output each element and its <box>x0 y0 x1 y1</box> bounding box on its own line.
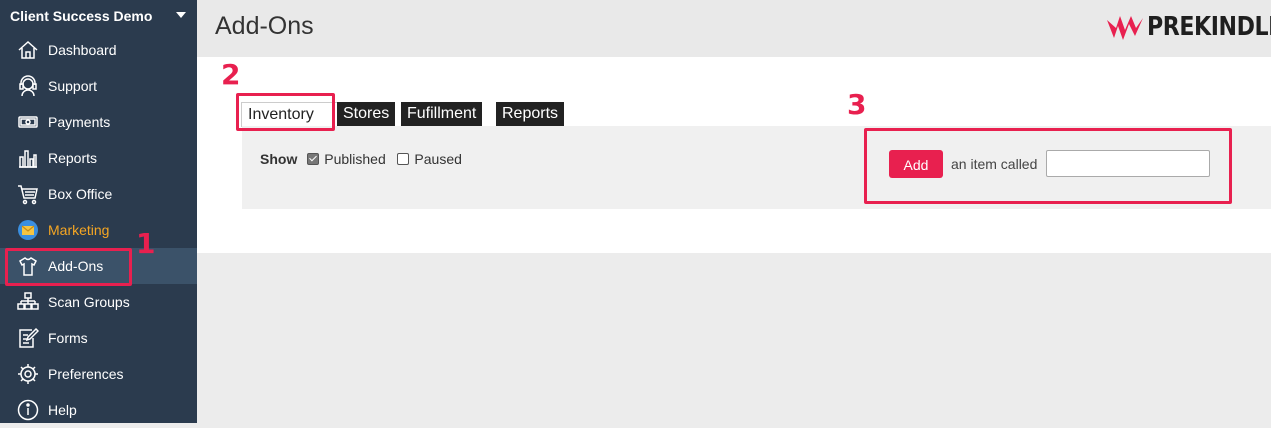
sidebar-item-label: Support <box>48 78 98 94</box>
sidebar-item-marketing[interactable]: Marketing <box>0 212 197 248</box>
sidebar-item-box-office[interactable]: Box Office <box>0 176 197 212</box>
headset-icon <box>17 75 39 97</box>
prekindle-logo: PREKINDLE <box>1105 10 1271 46</box>
info-icon <box>17 399 39 421</box>
sidebar-item-label: Scan Groups <box>48 294 130 310</box>
annotation-number-2: 2 <box>221 58 241 91</box>
tab-fufillment[interactable]: Fufillment <box>401 102 483 126</box>
sidebar-item-payments[interactable]: Payments <box>0 104 197 140</box>
sidebar: Client Success Demo Dashboard Support Pa… <box>0 0 197 423</box>
sidebar-item-label: Preferences <box>48 366 124 382</box>
tab-stores[interactable]: Stores <box>337 102 396 126</box>
org-name: Client Success Demo <box>10 8 153 24</box>
sidebar-item-scan-groups[interactable]: Scan Groups <box>0 284 197 320</box>
sidebar-item-label: Marketing <box>48 222 110 238</box>
sidebar-item-label: Payments <box>48 114 111 130</box>
tab-reports[interactable]: Reports <box>496 102 565 126</box>
edit-form-icon <box>17 327 39 349</box>
org-chart-icon <box>17 291 39 313</box>
paused-checkbox[interactable] <box>397 153 410 165</box>
money-icon <box>17 111 39 133</box>
bar-chart-icon <box>17 147 39 169</box>
org-switcher[interactable]: Client Success Demo <box>0 0 197 32</box>
mail-icon <box>17 219 39 241</box>
logo-text: PREKINDLE <box>1147 12 1271 42</box>
annotation-number-3: 3 <box>847 88 867 121</box>
paused-label[interactable]: Paused <box>414 151 461 167</box>
sidebar-item-support[interactable]: Support <box>0 68 197 104</box>
annotation-number-1: 1 <box>136 227 156 260</box>
show-filter: Show Published Paused <box>260 151 462 167</box>
highlight-box-3 <box>864 128 1232 204</box>
published-checkbox[interactable] <box>307 153 320 165</box>
sidebar-item-forms[interactable]: Forms <box>0 320 197 356</box>
caret-down-icon[interactable] <box>176 12 186 18</box>
highlight-box-2 <box>236 93 335 131</box>
gear-icon <box>17 363 39 385</box>
page-title: Add-Ons <box>215 12 314 40</box>
home-icon <box>17 39 39 61</box>
sidebar-item-dashboard[interactable]: Dashboard <box>0 32 197 68</box>
sidebar-item-label: Reports <box>48 150 98 166</box>
sidebar-item-reports[interactable]: Reports <box>0 140 197 176</box>
sidebar-item-label: Box Office <box>48 186 113 202</box>
cart-icon <box>17 183 39 205</box>
sidebar-item-preferences[interactable]: Preferences <box>0 356 197 392</box>
flame-logo-icon <box>1107 16 1143 40</box>
sidebar-item-label: Dashboard <box>48 42 117 58</box>
page-header: Add-Ons PREKINDLE <box>197 0 1271 57</box>
highlight-box-1 <box>5 248 132 286</box>
sidebar-item-label: Forms <box>48 330 88 346</box>
published-label[interactable]: Published <box>324 151 386 167</box>
show-label: Show <box>260 151 298 167</box>
